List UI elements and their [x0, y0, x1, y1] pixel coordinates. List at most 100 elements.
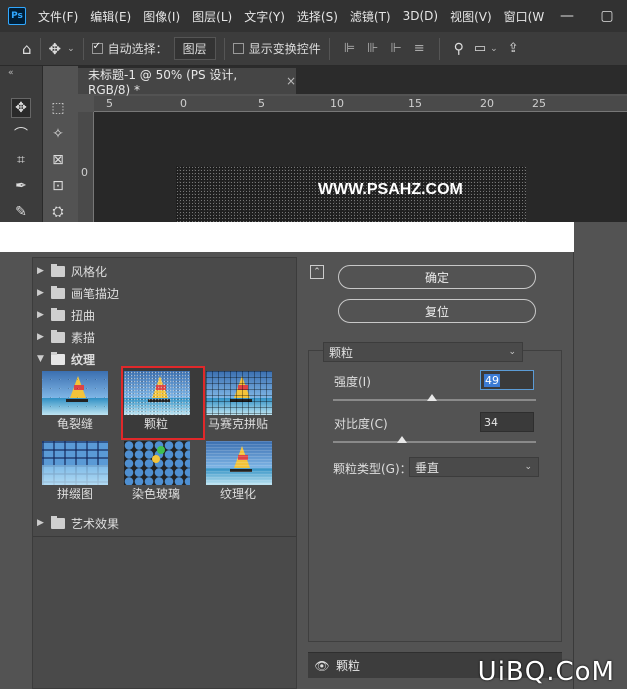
chevron-down-icon: ⌄: [508, 347, 516, 357]
patch-tool-icon[interactable]: ⊡: [48, 176, 68, 196]
chevron-down-icon[interactable]: ⌄: [490, 44, 498, 54]
move-tool-icon[interactable]: ✥: [49, 40, 62, 58]
document-tab-title: 未标题-1 @ 50% (PS 设计, RGB/8) *: [88, 67, 238, 97]
thumb-label: 拼缀图: [56, 487, 93, 501]
move-tool-icon[interactable]: ✥: [11, 98, 31, 118]
close-icon[interactable]: ×: [286, 74, 296, 88]
ruler-tick: 0: [180, 97, 187, 110]
eye-icon[interactable]: 👁: [308, 659, 336, 673]
collapse-gallery-button[interactable]: ⌃: [310, 265, 324, 279]
document-canvas[interactable]: WWW.PSAHZ.COM: [176, 166, 526, 222]
thumb-grain[interactable]: [124, 371, 190, 415]
folder-icon: [51, 329, 65, 343]
restore-button[interactable]: ▢: [587, 8, 627, 24]
menu-file[interactable]: 文件(F): [38, 8, 78, 25]
menu-bar: Ps 文件(F) 编辑(E) 图像(I) 图层(L) 文字(Y) 选择(S) 滤…: [0, 0, 627, 32]
contrast-label: 对比度(C): [334, 417, 388, 431]
ruler-tick: 5: [258, 97, 265, 110]
chevron-right-icon: ▶: [37, 332, 44, 342]
menu-3d[interactable]: 3D(D): [403, 9, 438, 23]
folder-icon: [51, 285, 65, 299]
align-left-icon[interactable]: ⊫: [344, 41, 355, 56]
brush-tool-icon[interactable]: ✎: [11, 202, 31, 222]
frame-tool-icon[interactable]: ⊠: [48, 150, 68, 170]
ruler-tick: 20: [480, 97, 494, 110]
thumb-mosaic-tiles[interactable]: [206, 371, 272, 415]
canvas-text: WWW.PSAHZ.COM: [318, 181, 463, 198]
lasso-tool-icon[interactable]: ⌒: [11, 124, 31, 144]
divider: [328, 37, 330, 60]
auto-select-dropdown[interactable]: 图层: [173, 37, 216, 60]
folder-label: 纹理: [71, 352, 96, 367]
minimize-button[interactable]: —: [547, 8, 587, 24]
folder-texture[interactable]: ▼ 纹理: [37, 349, 95, 369]
folder-brush-strokes[interactable]: ▶ 画笔描边: [37, 283, 119, 303]
align-top-icon[interactable]: ≡: [414, 41, 425, 56]
folder-artistic[interactable]: ▶ 艺术效果: [37, 513, 119, 533]
eyedropper-icon[interactable]: ✒: [11, 176, 31, 196]
grain-type-label: 颗粒类型(G)：: [333, 462, 412, 476]
filter-gallery-titlebar[interactable]: [0, 222, 574, 252]
menu-view[interactable]: 视图(V): [450, 8, 492, 25]
options-bar: ⌂ ✥ ⌄ 自动选择： 图层 显示变换控件 ⊫ ⊪ ⊩ ≡ ⚲ ▭ ⌄ ⇪: [0, 32, 627, 66]
folder-sketch[interactable]: ▶ 素描: [37, 327, 95, 347]
crop-tool-icon[interactable]: ⌗: [11, 150, 31, 170]
divider: [33, 536, 296, 537]
divider: [438, 37, 440, 60]
folder-label: 画笔描边: [71, 286, 120, 301]
reset-button[interactable]: 复位: [338, 299, 536, 323]
intensity-value: 49: [484, 373, 500, 387]
contrast-slider-handle[interactable]: [397, 436, 408, 443]
share-icon[interactable]: ⇪: [508, 41, 519, 56]
thumb-patchwork[interactable]: [42, 441, 108, 485]
thumb-craquelure[interactable]: [42, 371, 108, 415]
home-icon[interactable]: ⌂: [22, 40, 32, 58]
folder-label: 艺术效果: [71, 516, 120, 531]
collapse-icon[interactable]: «: [8, 68, 14, 78]
align-right-icon[interactable]: ⊩: [390, 41, 401, 56]
folder-stylize[interactable]: ▶ 风格化: [37, 261, 107, 281]
stamp-tool-icon[interactable]: ⛭: [48, 202, 68, 222]
contrast-input[interactable]: 34: [480, 412, 534, 432]
auto-select-label: 自动选择：: [107, 42, 168, 56]
chevron-right-icon: ▶: [37, 266, 44, 276]
chevron-down-icon[interactable]: ⌄: [67, 44, 75, 54]
show-transform-checkbox[interactable]: [232, 43, 244, 54]
menu-window[interactable]: 窗口(W: [504, 8, 545, 25]
thumb-texturizer[interactable]: [206, 441, 272, 485]
show-transform-label: 显示变换控件: [248, 42, 321, 56]
chevron-down-icon: ▼: [37, 354, 44, 364]
intensity-input[interactable]: 49: [480, 370, 534, 390]
ok-button[interactable]: 确定: [338, 265, 536, 289]
menu-select[interactable]: 选择(S): [297, 8, 338, 25]
ruler-tick: 25: [532, 97, 546, 110]
thumb-label: 马赛克拼贴: [207, 417, 268, 431]
workspace-icon[interactable]: ▭: [474, 41, 486, 56]
filter-select[interactable]: 颗粒 ⌄: [323, 342, 523, 362]
align-center-icon[interactable]: ⊪: [367, 41, 378, 56]
intensity-slider-handle[interactable]: [427, 394, 438, 401]
folder-label: 扭曲: [71, 308, 96, 323]
menu-filter[interactable]: 滤镜(T): [350, 8, 391, 25]
folder-distort[interactable]: ▶ 扭曲: [37, 305, 95, 325]
menu-image[interactable]: 图像(I): [143, 8, 180, 25]
folder-icon: [51, 515, 65, 529]
ruler-tick: 5: [106, 97, 113, 110]
grain-type-dropdown[interactable]: 垂直 ⌄: [409, 457, 539, 477]
search-icon[interactable]: ⚲: [454, 41, 464, 57]
folder-label: 素描: [71, 330, 96, 345]
magic-wand-icon[interactable]: ✧: [48, 124, 68, 144]
filter-select-value: 颗粒: [329, 345, 354, 360]
chevron-right-icon: ▶: [37, 310, 44, 320]
photoshop-logo: Ps: [8, 7, 26, 25]
contrast-slider[interactable]: [333, 441, 536, 443]
document-tab[interactable]: 未标题-1 @ 50% (PS 设计, RGB/8) * ×: [78, 67, 296, 97]
thumb-stained-glass[interactable]: [124, 441, 190, 485]
ruler-tick: 10: [330, 97, 344, 110]
auto-select-checkbox[interactable]: [91, 41, 103, 54]
marquee-tool-icon[interactable]: ⬚: [48, 98, 68, 118]
menu-layer[interactable]: 图层(L): [192, 8, 232, 25]
menu-type[interactable]: 文字(Y): [244, 8, 285, 25]
effect-layer-name: 颗粒: [336, 659, 361, 673]
menu-edit[interactable]: 编辑(E): [90, 8, 131, 25]
